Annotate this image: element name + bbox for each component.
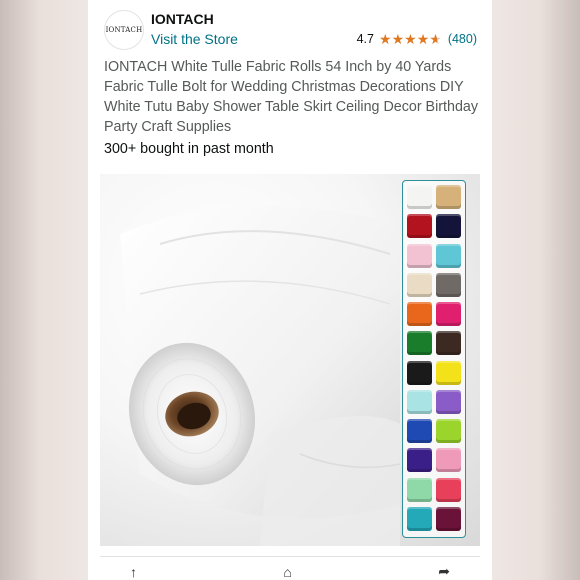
star-icon: ★: [416, 31, 430, 47]
color-swatch[interactable]: [436, 506, 461, 531]
share-icon[interactable]: ➦: [438, 563, 450, 580]
color-swatch[interactable]: [407, 272, 432, 297]
product-title: IONTACH White Tulle Fabric Rolls 54 Inch…: [104, 59, 479, 135]
rating-summary[interactable]: 4.7 ★ ★ ★ ★ ★ (480): [357, 32, 477, 46]
star-icon: ★: [404, 31, 417, 47]
color-swatch[interactable]: [407, 214, 432, 239]
color-swatch[interactable]: [436, 214, 461, 239]
star-icon: ★: [379, 31, 392, 47]
color-swatch[interactable]: [407, 477, 432, 502]
color-swatch[interactable]: [407, 389, 432, 414]
product-image[interactable]: [100, 174, 480, 546]
star-icon: ★: [391, 31, 405, 47]
product-card: IONTACH IONTACH Visit the Store 4.7 ★ ★ …: [88, 0, 492, 580]
star-half-icon: ★: [429, 31, 442, 47]
color-swatch[interactable]: [436, 331, 461, 356]
color-swatch[interactable]: [436, 419, 461, 443]
color-swatch[interactable]: [436, 185, 461, 209]
upload-icon[interactable]: ↑: [130, 564, 137, 580]
rating-value: 4.7: [356, 32, 374, 46]
brand-logo[interactable]: IONTACH: [104, 10, 144, 50]
color-swatch[interactable]: [436, 302, 461, 326]
color-swatch[interactable]: [407, 360, 432, 385]
color-swatch[interactable]: [407, 331, 432, 356]
review-count-link[interactable]: (480): [448, 32, 477, 46]
color-swatch[interactable]: [407, 302, 432, 326]
bottom-action-bar: ↑ ⌂ ➦: [100, 556, 480, 580]
purchase-count: 300+ bought in past month: [104, 141, 274, 157]
color-swatch[interactable]: [436, 243, 461, 268]
seller-name: IONTACH: [151, 11, 214, 27]
brand-logo-text: IONTACH: [105, 26, 143, 34]
color-swatch[interactable]: [407, 243, 432, 268]
star-rating: ★ ★ ★ ★ ★: [379, 32, 442, 46]
color-swatch-grid: [402, 180, 466, 538]
color-swatch[interactable]: [407, 448, 432, 473]
color-swatch[interactable]: [436, 477, 461, 502]
color-swatch[interactable]: [407, 419, 432, 443]
color-swatch[interactable]: [436, 360, 461, 385]
color-swatch[interactable]: [407, 185, 432, 209]
color-swatch[interactable]: [407, 506, 432, 531]
color-swatch[interactable]: [436, 448, 461, 473]
color-swatch[interactable]: [436, 272, 461, 297]
home-icon[interactable]: ⌂: [283, 564, 291, 580]
visit-store-link[interactable]: Visit the Store: [151, 31, 238, 47]
color-swatch[interactable]: [436, 389, 461, 414]
